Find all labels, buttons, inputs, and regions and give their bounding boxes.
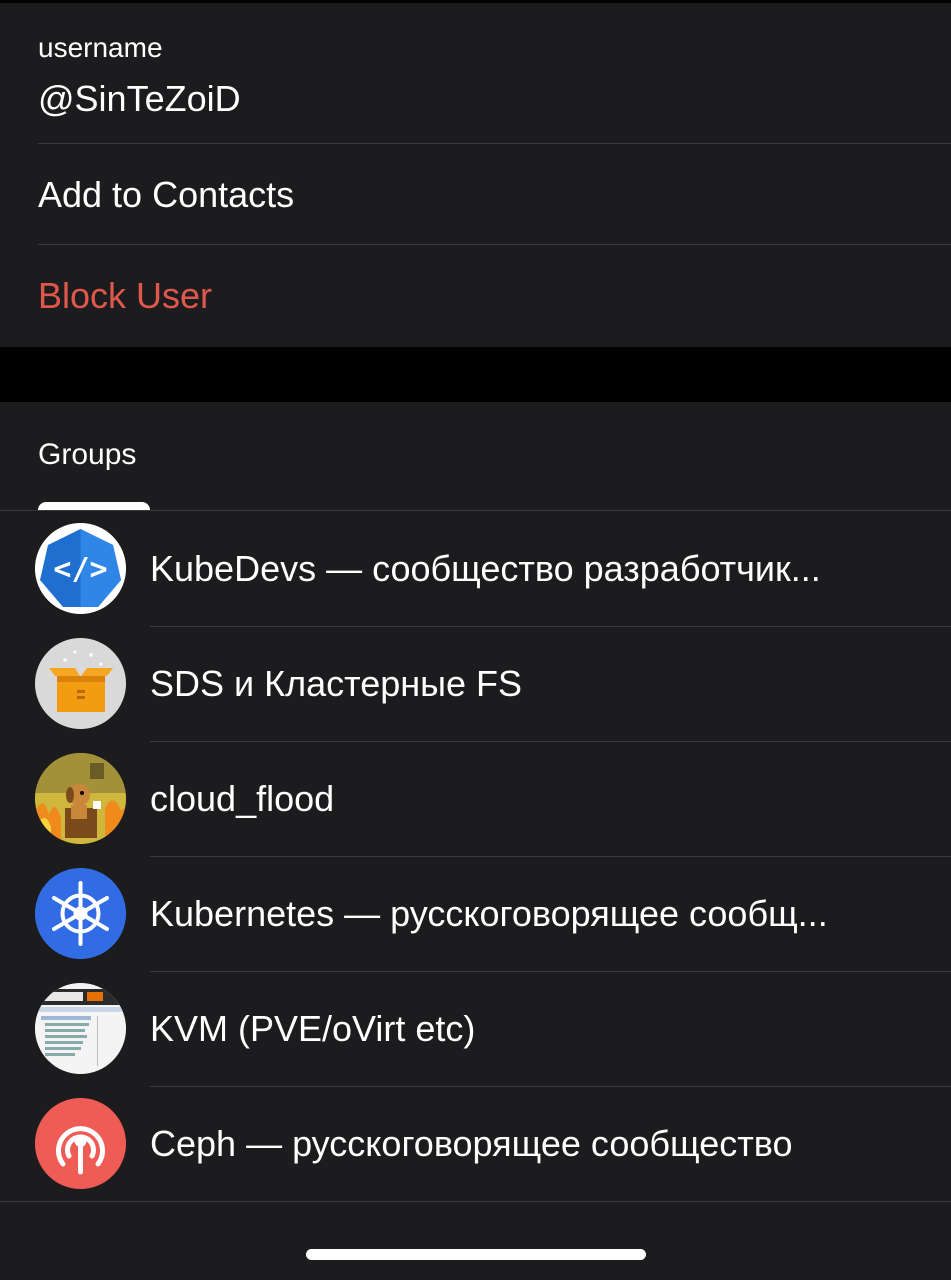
add-to-contacts-button[interactable]: Add to Contacts [38, 145, 951, 245]
divider [0, 1201, 951, 1202]
groups-section: Groups </> KubeDevs — сообщество разрабо… [0, 402, 951, 1280]
proxmox-screenshot-icon [35, 983, 126, 1074]
group-title: SDS и Кластерные FS [150, 662, 523, 704]
group-title: KubeDevs — сообщество разработчик... [150, 547, 821, 589]
code-brackets-icon: </> [35, 523, 126, 614]
open-box-icon [35, 638, 126, 729]
this-is-fine-dog-icon [35, 753, 126, 844]
tab-groups[interactable]: Groups [38, 438, 136, 472]
username-label: username [38, 32, 163, 63]
group-title: Ceph — русскоговорящее сообщество [150, 1122, 793, 1164]
group-title: cloud_flood [150, 777, 335, 819]
home-indicator[interactable] [306, 1249, 646, 1260]
ceph-logo-icon [35, 1098, 126, 1189]
group-item-kvm[interactable]: KVM (PVE/oVirt etc) [0, 971, 951, 1086]
username-row[interactable]: username @SinTeZoiD [38, 31, 951, 143]
profile-info-card: username @SinTeZoiD Add to Contacts Bloc… [0, 3, 951, 347]
username-value[interactable]: @SinTeZoiD [38, 77, 951, 121]
group-title: Kubernetes — русскоговорящее сообщ... [150, 892, 828, 934]
tab-indicator [38, 502, 150, 510]
group-item-ceph[interactable]: Ceph — русскоговорящее сообщество [0, 1086, 951, 1201]
group-item-sds[interactable]: SDS и Кластерные FS [0, 626, 951, 741]
group-item-kubernetes[interactable]: Kubernetes — русскоговорящее сообщ... [0, 856, 951, 971]
add-to-contacts-label: Add to Contacts [38, 174, 295, 215]
divider [38, 143, 951, 144]
divider [38, 244, 951, 245]
group-item-kubedevs[interactable]: </> KubeDevs — сообщество разработчик... [0, 511, 951, 626]
group-title: KVM (PVE/oVirt etc) [150, 1007, 476, 1049]
svg-text:</>: </> [53, 552, 107, 587]
group-item-cloud-flood[interactable]: cloud_flood [0, 741, 951, 856]
helm-wheel-icon [35, 868, 126, 959]
block-user-label: Block User [38, 275, 213, 316]
block-user-button[interactable]: Block User [38, 246, 951, 346]
